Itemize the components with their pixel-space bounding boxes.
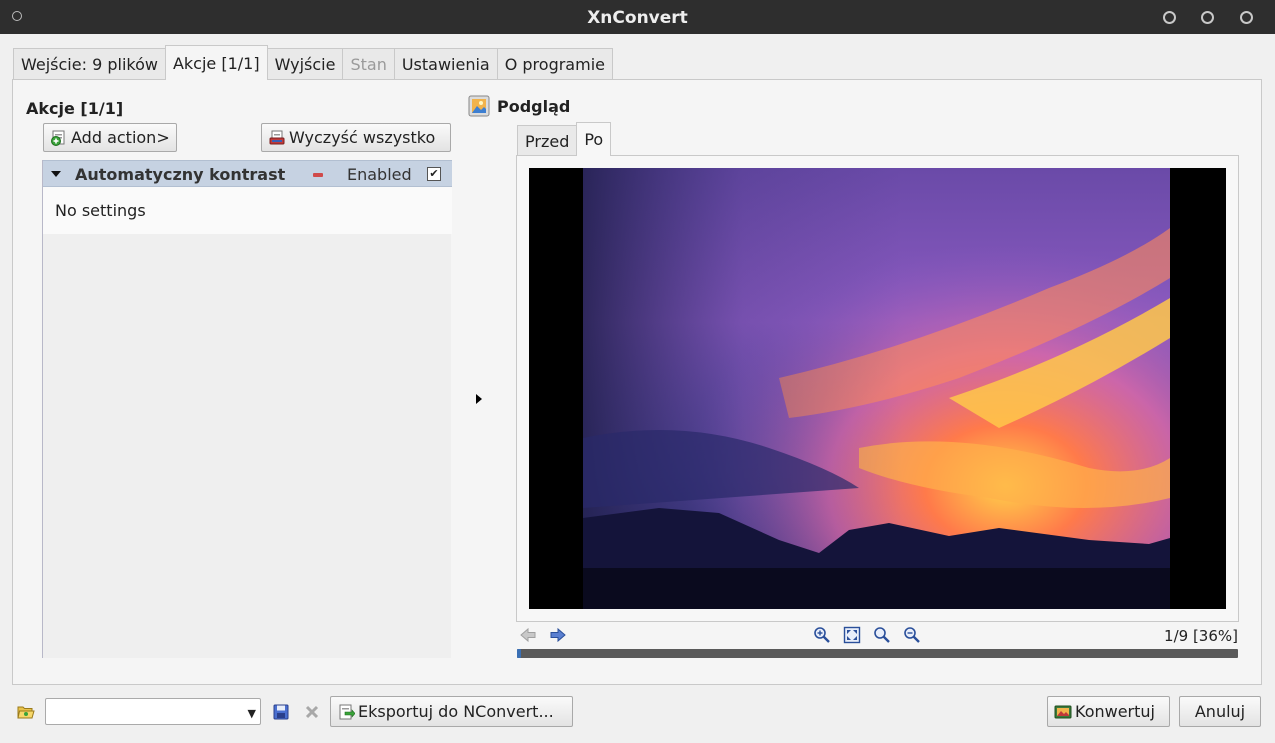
clear-all-icon — [268, 129, 286, 147]
image-counter: 1/9 [36%] — [1164, 627, 1238, 645]
close-button[interactable] — [1240, 11, 1253, 24]
no-settings-text: No settings — [55, 201, 146, 220]
action-list: Automatyczny kontrast Enabled ✔ No setti… — [42, 160, 452, 658]
remove-action-icon[interactable] — [313, 173, 323, 177]
tab-actions[interactable]: Akcje [1/1] — [164, 45, 268, 80]
action-settings: No settings — [43, 187, 452, 234]
folder-open-icon[interactable] — [17, 703, 35, 721]
cancel-button[interactable]: Anuluj — [1179, 696, 1261, 727]
clear-all-button[interactable]: Wyczyść wszystko — [261, 123, 451, 152]
convert-icon — [1054, 703, 1072, 721]
preview-progress-bar — [517, 649, 1238, 658]
action-header[interactable]: Automatyczny kontrast Enabled ✔ — [43, 160, 452, 187]
enabled-label: Enabled — [347, 165, 412, 184]
chevron-down-icon[interactable]: ▼ — [248, 707, 256, 720]
actions-title: Akcje [1/1] — [26, 99, 124, 118]
preview-tabs: Przed Po — [517, 122, 612, 156]
preview-title: Podgląd — [497, 97, 571, 116]
save-icon[interactable] — [272, 703, 290, 721]
preview-image — [529, 168, 1226, 609]
title-bar: XnConvert — [0, 0, 1275, 34]
progress-fill — [517, 649, 521, 658]
tab-settings[interactable]: Ustawienia — [393, 48, 498, 80]
zoom-in-icon[interactable] — [813, 626, 831, 644]
arrow-left-icon[interactable] — [519, 626, 537, 644]
action-name: Automatyczny kontrast — [75, 165, 286, 184]
arrow-right-icon[interactable] — [549, 626, 567, 644]
tab-input[interactable]: Wejście: 9 plików — [13, 48, 166, 80]
add-action-button[interactable]: Add action> — [43, 123, 177, 152]
splitter-arrow-icon[interactable] — [476, 394, 482, 404]
tab-status: Stan — [342, 48, 395, 80]
add-icon — [50, 129, 68, 147]
preset-combobox[interactable]: ▼ — [45, 698, 261, 725]
tab-before[interactable]: Przed — [517, 125, 578, 156]
zoom-out-icon[interactable] — [903, 626, 921, 644]
collapse-triangle-icon[interactable] — [51, 171, 61, 177]
main-tabs: Wejście: 9 plików Akcje [1/1] Wyjście St… — [13, 45, 613, 80]
window-title: XnConvert — [587, 8, 688, 28]
tab-after[interactable]: Po — [576, 122, 612, 156]
enabled-checkbox[interactable]: ✔ — [427, 167, 441, 181]
tab-about[interactable]: O programie — [496, 48, 613, 80]
delete-icon[interactable] — [303, 703, 321, 721]
convert-button[interactable]: Konwertuj — [1047, 696, 1170, 727]
tab-output[interactable]: Wyjście — [266, 48, 344, 80]
export-icon — [337, 703, 355, 721]
fit-window-icon[interactable] — [843, 626, 861, 644]
zoom-actual-icon[interactable] — [873, 626, 891, 644]
preview-icon — [468, 95, 490, 117]
minimize-button[interactable] — [1163, 11, 1176, 24]
maximize-button[interactable] — [1201, 11, 1214, 24]
export-nconvert-button[interactable]: Eksportuj do NConvert... — [330, 696, 573, 727]
